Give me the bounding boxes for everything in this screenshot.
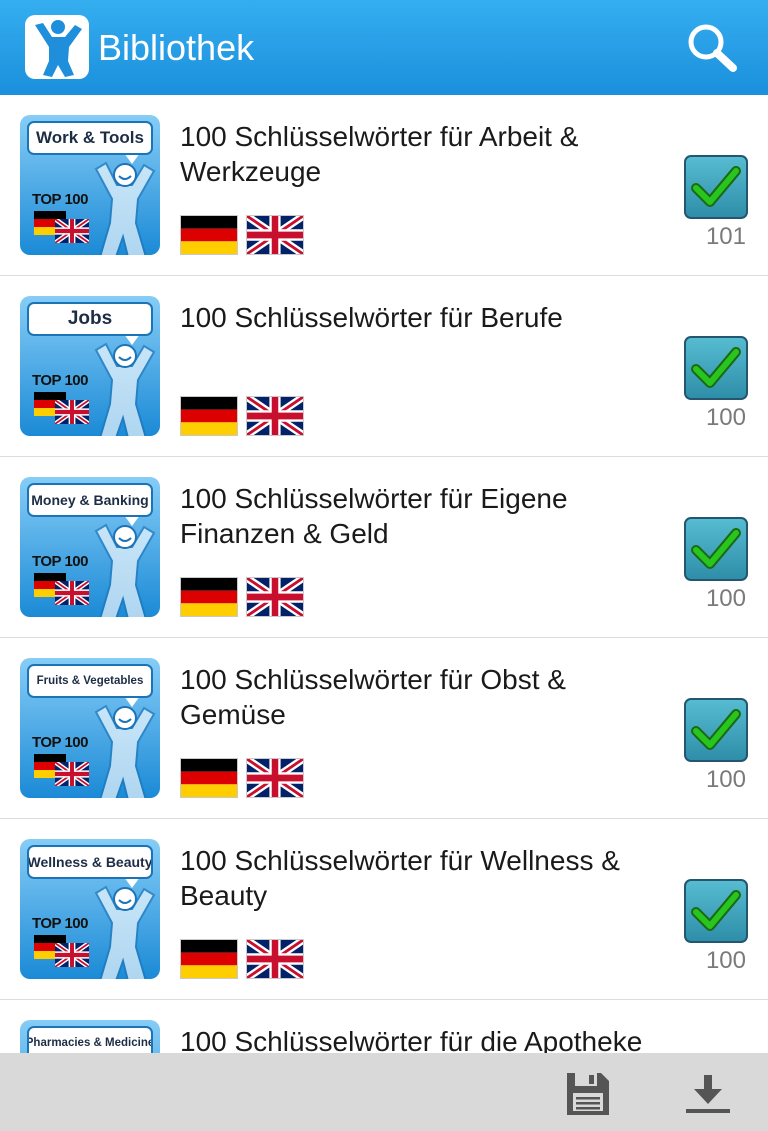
course-title: 100 Schlüsselwörter für Berufe (180, 302, 563, 333)
course-title: 100 Schlüsselwörter für Eigene Finanzen … (180, 483, 568, 549)
course-title: 100 Schlüsselwörter für Obst & Gemüse (180, 664, 566, 730)
thumbnail-badge: TOP 100 (32, 734, 89, 751)
course-thumbnail: Fruits & Vegetables TOP 100 (20, 658, 160, 798)
list-item[interactable]: Work & Tools TOP 100 100 Schlüsselwörter f… (0, 95, 768, 276)
list-item[interactable]: Pharmacies & MedicineTOP 100 100 Schlüsse… (0, 1000, 768, 1053)
thumbnail-label: Wellness & Beauty (27, 845, 153, 879)
top-app-bar: Bibliothek (0, 0, 768, 95)
language-flags (180, 212, 306, 258)
uk-flag-icon (244, 936, 306, 982)
checkmark-icon (691, 528, 741, 569)
checkmark-icon (691, 347, 741, 388)
language-flags (180, 574, 306, 620)
checkbox-checked[interactable] (684, 879, 748, 943)
course-title: 100 Schlüsselwörter für Wellness & Beaut… (180, 845, 620, 911)
person-cheering-icon[interactable] (25, 15, 89, 79)
thumbnail-badge: TOP 100 (32, 372, 89, 389)
download-icon[interactable] (683, 1071, 733, 1117)
uk-flag-icon (244, 574, 306, 620)
list-item[interactable]: Money & Banking TOP 100 100 Schlüsselwörte… (0, 457, 768, 638)
course-thumbnail: Money & Banking TOP 100 (20, 477, 160, 617)
checkbox-checked[interactable] (684, 336, 748, 400)
course-title: 100 Schlüsselwörter für Arbeit & Werkzeu… (180, 121, 579, 187)
course-thumbnail: Jobs TOP 100 (20, 296, 160, 436)
list-item[interactable]: Fruits & Vegetables TOP 100 100 Schlüsselw… (0, 638, 768, 819)
uk-flag-icon (53, 941, 91, 972)
checkbox-checked[interactable] (684, 155, 748, 219)
language-flags (180, 936, 306, 982)
word-count: 100 (705, 766, 746, 793)
checkmark-icon (691, 166, 741, 207)
germany-flag-icon (180, 939, 238, 979)
list-item[interactable]: Jobs TOP 100 100 Schlüsselwörter für Beruf… (0, 276, 768, 457)
germany-flag-icon (180, 758, 238, 798)
thumbnail-label: Work & Tools (27, 121, 153, 155)
germany-flag-icon (180, 396, 238, 436)
checkmark-icon (691, 890, 741, 931)
uk-flag-icon (53, 579, 91, 610)
uk-flag-icon (244, 393, 306, 439)
checkbox-checked[interactable] (684, 517, 748, 581)
course-thumbnail: Work & Tools TOP 100 (20, 115, 160, 255)
app-title: Bibliothek (98, 27, 255, 68)
word-count: 100 (705, 404, 746, 431)
germany-flag-icon (180, 577, 238, 617)
thumbnail-label: Jobs (27, 302, 153, 336)
word-count: 100 (705, 585, 746, 612)
course-thumbnail: Wellness & Beauty TOP 100 (20, 839, 160, 979)
search-icon[interactable] (684, 22, 740, 74)
thumbnail-badge: TOP 100 (32, 915, 89, 932)
uk-flag-icon (53, 760, 91, 791)
floppy-disk-icon[interactable] (563, 1069, 613, 1119)
uk-flag-icon (53, 398, 91, 429)
uk-flag-icon (244, 212, 306, 258)
germany-flag-icon (180, 215, 238, 255)
checkbox-checked[interactable] (684, 698, 748, 762)
language-flags (180, 755, 306, 801)
list-item[interactable]: Wellness & Beauty TOP 100 100 Schlüsselwör… (0, 819, 768, 1000)
checkmark-icon (691, 709, 741, 750)
language-flags (180, 393, 306, 439)
library-list: Work & Tools TOP 100 100 Schlüsselwörter f… (0, 95, 768, 1053)
word-count: 101 (705, 223, 746, 250)
thumbnail-label: Fruits & Vegetables (27, 664, 153, 698)
thumbnail-label: Pharmacies & Medicine (27, 1026, 153, 1053)
thumbnail-label: Money & Banking (27, 483, 153, 517)
thumbnail-badge: TOP 100 (32, 191, 89, 208)
thumbnail-badge: TOP 100 (32, 553, 89, 570)
word-count: 100 (705, 947, 746, 974)
course-title: 100 Schlüsselwörter für die Apotheke (180, 1026, 643, 1053)
course-thumbnail: Pharmacies & MedicineTOP 100 (20, 1020, 160, 1053)
uk-flag-icon (53, 217, 91, 248)
bottom-action-bar (0, 1053, 768, 1131)
uk-flag-icon (244, 755, 306, 801)
